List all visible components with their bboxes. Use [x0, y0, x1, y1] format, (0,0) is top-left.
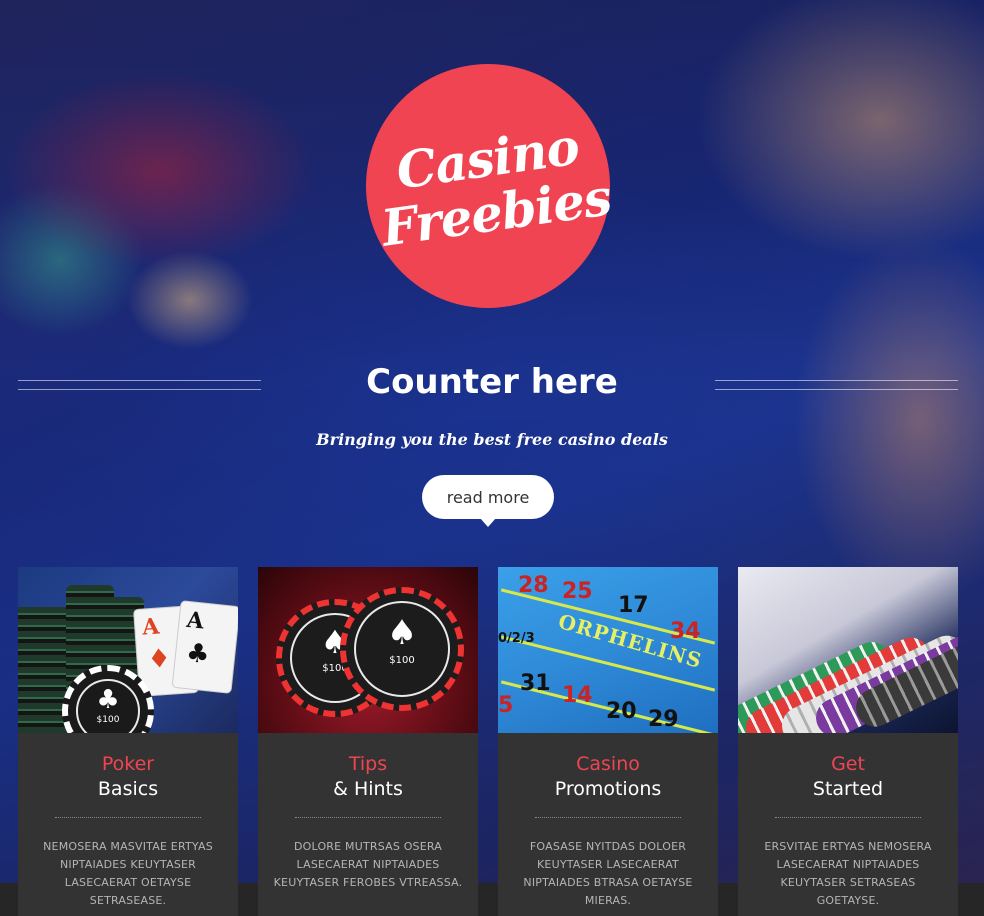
- read-more-button[interactable]: read more: [422, 475, 554, 527]
- card-title-main: & Hints: [333, 778, 403, 800]
- card-image-chip-rows: [738, 567, 958, 733]
- card-casino-promotions[interactable]: 28 25 17 34 0/2/3 ORPHELINS 31 14 20 5 2…: [498, 567, 718, 916]
- hero-tagline: Bringing you the best free casino deals: [316, 430, 668, 449]
- hero-headline: Counter here: [366, 362, 618, 402]
- card-poker-basics[interactable]: A ♦ A ♣ ♣ $100 Poker Basics NEMOSERA MAS…: [18, 567, 238, 916]
- card-title-accent: Get: [831, 753, 865, 775]
- card-get-started[interactable]: Get Started ERSVITAE ERTYAS NEMOSERA LAS…: [738, 567, 958, 916]
- card-title: Poker Basics: [18, 752, 238, 802]
- card-divider: [295, 817, 441, 818]
- card-divider: [535, 817, 681, 818]
- card-title-accent: Casino: [576, 753, 640, 775]
- card-description: FOASASE NYITDAS DOLOER KEUYTASER LASECAE…: [523, 840, 693, 907]
- card-title: Casino Promotions: [498, 752, 718, 802]
- card-image-poker: A ♦ A ♣ ♣ $100: [18, 567, 238, 733]
- poker-chip-right: ♠ $100: [340, 587, 464, 711]
- card-divider: [775, 817, 921, 818]
- card-title: Tips & Hints: [258, 752, 478, 802]
- card-title-main: Basics: [97, 778, 159, 800]
- card-tips-hints[interactable]: ♠ $100 ♠ $100 Tips & Hints DOLORE MUTRSA…: [258, 567, 478, 916]
- card-description: ERSVITAE ERTYAS NEMOSERA LASECAERAT NIPT…: [764, 840, 932, 907]
- card-image-tips: ♠ $100 ♠ $100: [258, 567, 478, 733]
- card-title-accent: Tips: [348, 753, 388, 775]
- playing-card-2: A ♣: [171, 600, 238, 694]
- card-description: NEMOSERA MASVITAE ERTYAS NIPTAIADES KEUY…: [43, 840, 213, 907]
- card-title-main: Started: [812, 778, 884, 800]
- card-title: Get Started: [738, 752, 958, 802]
- card-title-accent: Poker: [101, 753, 155, 775]
- card-divider: [55, 817, 201, 818]
- card-description: DOLORE MUTRSAS OSERA LASECAERAT NIPTAIAD…: [273, 840, 463, 889]
- card-image-roulette-table: 28 25 17 34 0/2/3 ORPHELINS 31 14 20 5 2…: [498, 567, 718, 733]
- site-logo[interactable]: Casino Freebies: [366, 64, 614, 308]
- card-title-main: Promotions: [554, 778, 662, 800]
